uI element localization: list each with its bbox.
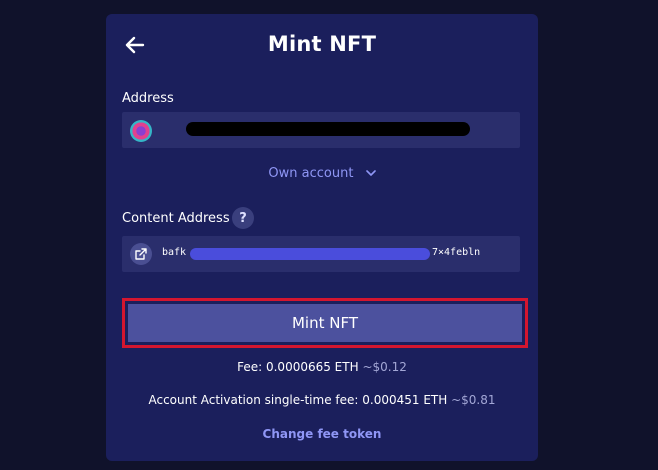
activation-fee-amount: Account Activation single-time fee: 0.00… (148, 393, 448, 407)
external-link-icon[interactable] (130, 243, 152, 265)
page-title: Mint NFT (267, 32, 377, 56)
own-account-label: Own account (268, 166, 354, 181)
mint-nft-panel: Mint NFT Address Own account Content Add… (106, 14, 538, 461)
content-address-redacted (190, 248, 430, 260)
content-address-suffix: 7×4febln (432, 247, 481, 258)
content-address-field[interactable]: bafk 7×4febln (122, 236, 520, 272)
address-field[interactable] (122, 112, 520, 148)
account-avatar-icon (130, 120, 152, 142)
fee-amount: Fee: 0.0000665 ETH (237, 360, 359, 374)
fee-line: Fee: 0.0000665 ETH ~$0.12 (106, 360, 538, 374)
address-value-redacted (186, 122, 470, 136)
content-address-label: Content Address (122, 211, 230, 226)
activation-fee-line: Account Activation single-time fee: 0.00… (106, 393, 538, 407)
fee-usd: ~$0.12 (362, 360, 407, 374)
chevron-down-icon (365, 166, 376, 181)
mint-nft-button-label: Mint NFT (291, 314, 358, 332)
change-fee-token-link[interactable]: Change fee token (106, 427, 538, 441)
address-label: Address (122, 91, 174, 106)
content-address-prefix: bafk (162, 247, 187, 258)
mint-button-highlight: Mint NFT (122, 298, 528, 348)
own-account-dropdown[interactable]: Own account (106, 166, 538, 181)
activation-fee-usd: ~$0.81 (451, 393, 496, 407)
mint-nft-button[interactable]: Mint NFT (128, 304, 522, 342)
help-icon-glyph: ? (239, 210, 247, 226)
help-icon[interactable]: ? (232, 207, 254, 229)
